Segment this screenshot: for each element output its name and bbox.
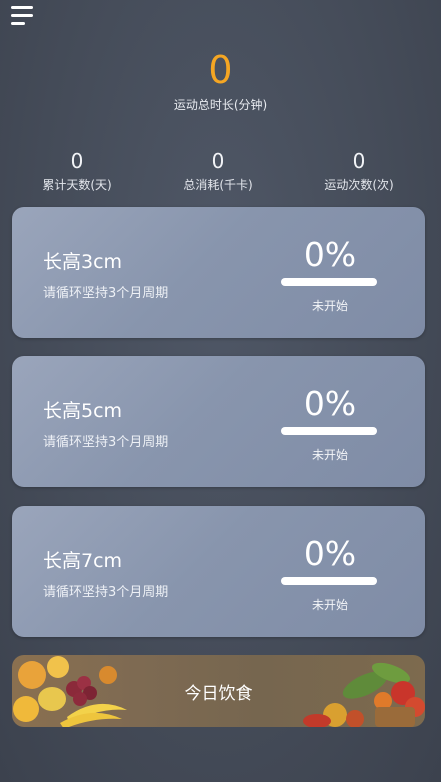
stat-days-label: 累计天数(天)	[42, 178, 112, 192]
stat-days-value: 0	[70, 149, 84, 173]
plan-subtitle: 请循环坚持3个月周期	[43, 286, 169, 301]
stat-sessions: 0 运动次数(次)	[299, 148, 419, 193]
plan-title: 长高3cm	[43, 251, 123, 273]
today-diet-label: 今日饮食	[184, 684, 253, 704]
stat-calories-label: 总消耗(千卡)	[183, 178, 253, 192]
menu-icon[interactable]	[11, 6, 35, 26]
plan-card-7cm[interactable]: 长高7cm 请循环坚持3个月周期 0% 未开始	[12, 506, 425, 637]
plan-percent: 0%	[303, 235, 357, 274]
stat-sessions-label: 运动次数(次)	[324, 178, 394, 192]
plan-percent: 0%	[303, 384, 357, 423]
plan-status: 未开始	[311, 448, 348, 462]
plan-progress-bar	[281, 278, 377, 286]
plan-progress-bar	[281, 577, 377, 585]
plan-subtitle: 请循环坚持3个月周期	[43, 435, 169, 450]
plan-status: 未开始	[311, 299, 348, 313]
stat-sessions-value: 0	[352, 149, 366, 173]
stat-calories-value: 0	[211, 149, 225, 173]
plan-status: 未开始	[311, 598, 348, 612]
plan-title: 长高5cm	[43, 400, 123, 422]
plan-subtitle: 请循环坚持3个月周期	[43, 585, 169, 600]
plan-card-5cm[interactable]: 长高5cm 请循环坚持3个月周期 0% 未开始	[12, 356, 425, 487]
total-duration-label: 运动总时长(分钟)	[173, 98, 268, 112]
plan-percent: 0%	[303, 534, 357, 573]
total-duration-value: 0	[208, 48, 233, 92]
today-diet-button[interactable]: 今日饮食	[12, 655, 425, 727]
plan-card-3cm[interactable]: 长高3cm 请循环坚持3个月周期 0% 未开始	[12, 207, 425, 338]
stat-calories: 0 总消耗(千卡)	[158, 148, 278, 193]
plan-title: 长高7cm	[43, 550, 123, 572]
stat-days: 0 累计天数(天)	[17, 148, 137, 193]
plan-progress-bar	[281, 427, 377, 435]
